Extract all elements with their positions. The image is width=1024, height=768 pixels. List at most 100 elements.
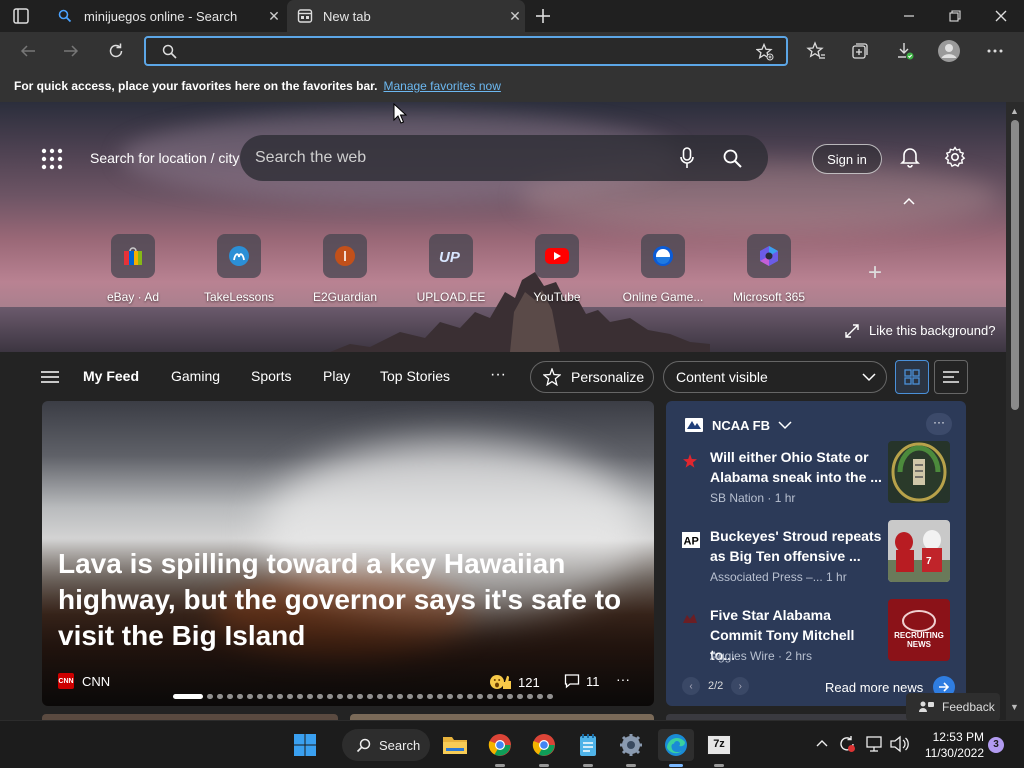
carousel-dot[interactable] xyxy=(497,694,503,699)
tab-top-stories[interactable]: Top Stories xyxy=(380,368,450,384)
sports-news-item[interactable]: Will either Ohio State or Alabama sneak … xyxy=(680,441,954,513)
back-icon[interactable] xyxy=(13,36,43,66)
close-tab-icon[interactable]: ✕ xyxy=(264,6,284,26)
comments-button[interactable]: 11 xyxy=(564,673,600,689)
carousel-dot[interactable] xyxy=(547,694,553,699)
quick-link-microsoft-365[interactable]: Microsoft 365 xyxy=(719,234,819,304)
list-view-button[interactable] xyxy=(934,360,968,394)
carousel-dot[interactable] xyxy=(447,694,453,699)
file-explorer-icon[interactable] xyxy=(437,729,473,761)
minimize-icon[interactable] xyxy=(886,0,932,32)
location-search-link[interactable]: Search for location / city xyxy=(90,150,239,166)
carousel-dot[interactable] xyxy=(357,694,363,699)
carousel-dot[interactable] xyxy=(377,694,383,699)
chrome-icon[interactable] xyxy=(526,729,562,767)
more-feed-tabs-icon[interactable]: ··· xyxy=(490,366,506,384)
carousel-dot[interactable] xyxy=(327,694,333,699)
tab-sports[interactable]: Sports xyxy=(251,368,291,384)
page-scrollbar[interactable]: ▲ ▼ xyxy=(1006,102,1024,720)
restore-icon[interactable] xyxy=(932,0,978,32)
carousel-dot[interactable] xyxy=(507,694,513,699)
quick-link-online-games[interactable]: Online Game... xyxy=(613,234,713,304)
carousel-dot[interactable] xyxy=(307,694,313,699)
manage-favorites-link[interactable]: Manage favorites now xyxy=(383,79,500,93)
personalize-button[interactable]: Personalize xyxy=(530,361,654,393)
carousel-dot[interactable] xyxy=(267,694,273,699)
volume-icon[interactable] xyxy=(889,735,909,753)
system-clock[interactable]: 12:53 PM 11/30/2022 xyxy=(918,729,984,761)
carousel-dot[interactable] xyxy=(317,694,323,699)
carousel-dot[interactable] xyxy=(457,694,463,699)
add-quick-link-plus-icon[interactable]: + xyxy=(862,260,888,286)
carousel-dot[interactable] xyxy=(173,694,203,699)
quick-link-ebay[interactable]: eBay · Ad xyxy=(83,234,183,304)
carousel-dot[interactable] xyxy=(277,694,283,699)
settings-gear-icon[interactable] xyxy=(613,729,649,767)
carousel-dot[interactable] xyxy=(407,694,413,699)
carousel-dot[interactable] xyxy=(537,694,543,699)
settings-more-icon[interactable] xyxy=(980,36,1010,66)
scroll-down-icon[interactable]: ▼ xyxy=(1010,702,1019,712)
carousel-dot[interactable] xyxy=(287,694,293,699)
carousel-dot[interactable] xyxy=(437,694,443,699)
previous-page-icon[interactable]: ‹ xyxy=(682,677,700,695)
microphone-icon[interactable] xyxy=(680,147,694,169)
carousel-dot[interactable] xyxy=(227,694,233,699)
grid-view-button[interactable] xyxy=(895,360,929,394)
sync-status-icon[interactable] xyxy=(838,735,856,753)
main-story-headline[interactable]: Lava is spilling toward a key Hawaiian h… xyxy=(58,546,638,654)
edge-icon[interactable] xyxy=(658,729,694,767)
quick-link-upload-ee[interactable]: UP UPLOAD.EE xyxy=(401,234,501,304)
tab-minijuegos-search[interactable]: minijuegos online - Search ✕ xyxy=(48,0,284,32)
carousel-dot[interactable] xyxy=(337,694,343,699)
sports-news-item[interactable]: Five Star Alabama Commit Tony Mitchell t… xyxy=(680,599,954,671)
7zip-icon[interactable]: 7z xyxy=(701,729,737,767)
notifications-bell-icon[interactable] xyxy=(900,146,920,168)
address-bar[interactable] xyxy=(144,36,788,66)
scroll-up-icon[interactable]: ▲ xyxy=(1010,106,1019,116)
carousel-dot[interactable] xyxy=(217,694,223,699)
carousel-dot[interactable] xyxy=(397,694,403,699)
carousel-dot[interactable] xyxy=(477,694,483,699)
content-visibility-dropdown[interactable]: Content visible xyxy=(663,361,887,393)
close-tab-icon[interactable]: ✕ xyxy=(505,6,525,26)
collections-icon[interactable] xyxy=(845,36,875,66)
tab-new-tab[interactable]: New tab ✕ xyxy=(287,0,525,32)
new-tab-plus-icon[interactable] xyxy=(533,6,553,26)
tab-gaming[interactable]: Gaming xyxy=(171,368,220,384)
like-background-link[interactable]: Like this background? xyxy=(845,323,995,338)
quick-link-youtube[interactable]: YouTube xyxy=(507,234,607,304)
carousel-dot[interactable] xyxy=(297,694,303,699)
refresh-icon[interactable] xyxy=(101,36,131,66)
show-hidden-icons-chevron-icon[interactable] xyxy=(816,739,828,747)
profile-avatar[interactable] xyxy=(934,36,964,66)
web-search-box[interactable]: Search the web xyxy=(240,135,768,181)
main-story-source[interactable]: CNN CNN xyxy=(58,673,110,689)
carousel-dot[interactable] xyxy=(207,694,213,699)
league-selector[interactable]: NCAA FB xyxy=(684,417,792,433)
quick-link-takelessons[interactable]: TakeLessons xyxy=(189,234,289,304)
next-page-icon[interactable]: › xyxy=(731,677,750,695)
story-more-options-icon[interactable]: ··· xyxy=(616,671,630,687)
carousel-dot[interactable] xyxy=(387,694,393,699)
carousel-dots[interactable] xyxy=(173,694,553,699)
sign-in-button[interactable]: Sign in xyxy=(812,144,882,174)
carousel-dot[interactable] xyxy=(367,694,373,699)
carousel-dot[interactable] xyxy=(527,694,533,699)
main-story-card[interactable]: Lava is spilling toward a key Hawaiian h… xyxy=(42,401,654,706)
carousel-dot[interactable] xyxy=(257,694,263,699)
carousel-dot[interactable] xyxy=(487,694,493,699)
collapse-chevron-up-icon[interactable] xyxy=(902,196,916,206)
tab-play[interactable]: Play xyxy=(323,368,350,384)
notepad-icon[interactable] xyxy=(570,729,606,767)
tab-actions-icon[interactable] xyxy=(12,7,30,25)
add-favorite-star-icon[interactable] xyxy=(756,43,774,61)
taskbar-search-button[interactable]: Search xyxy=(342,729,430,761)
downloads-icon[interactable] xyxy=(890,36,920,66)
carousel-dot[interactable] xyxy=(247,694,253,699)
feedback-button[interactable]: Feedback xyxy=(906,693,1000,720)
page-settings-gear-icon[interactable] xyxy=(944,146,966,168)
reactions-button[interactable]: 121 xyxy=(490,673,540,691)
carousel-dot[interactable] xyxy=(417,694,423,699)
network-icon[interactable] xyxy=(865,735,883,753)
